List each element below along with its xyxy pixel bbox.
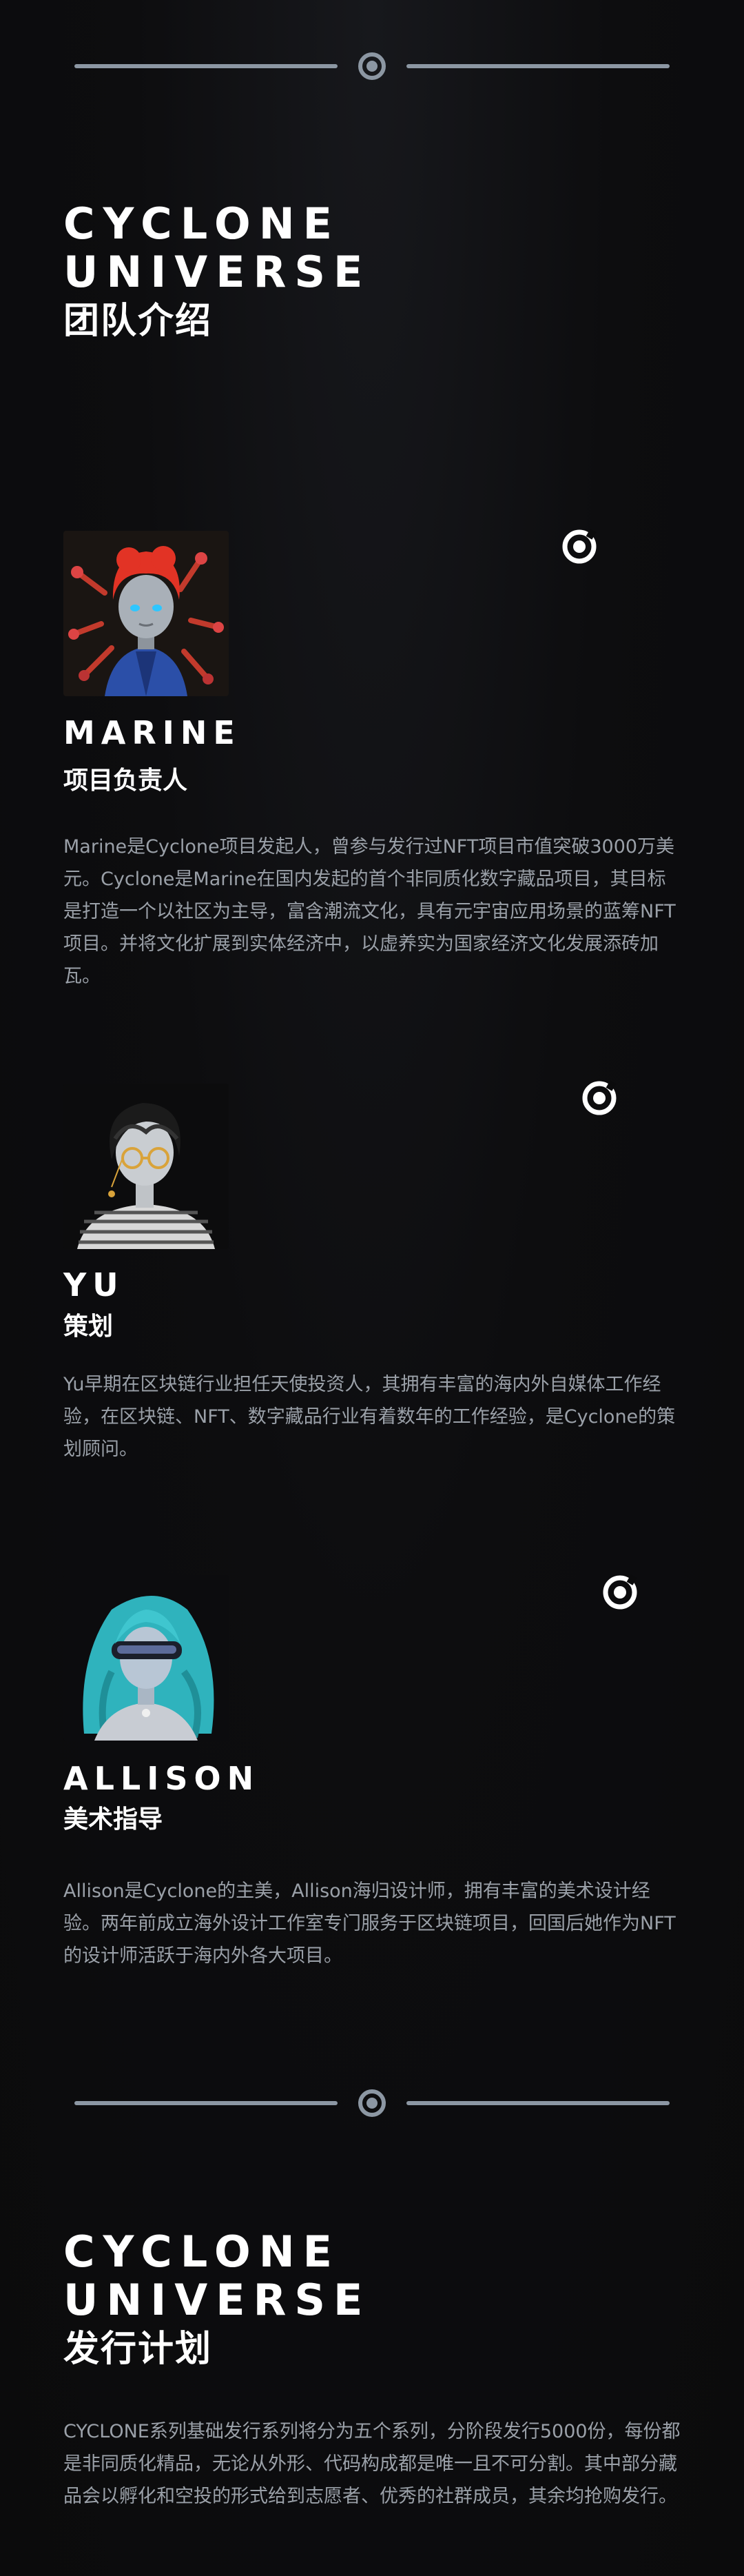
avatar-marine — [63, 531, 229, 696]
brand-title-line1: CYCLONE — [63, 199, 340, 249]
member-bio: Marine是Cyclone项目发起人，曾参与发行过NFT项目市值突破3000万… — [63, 836, 676, 987]
divider-ring-icon — [358, 52, 386, 80]
divider-line-left — [74, 2101, 338, 2105]
member-name: YU — [63, 1266, 125, 1304]
brand-title-line2: UNIVERSE — [63, 2275, 371, 2325]
team-header: CYCLONE UNIVERSE 团队介绍 — [63, 200, 371, 343]
divider-line-right — [406, 2101, 670, 2105]
divider-line-right — [406, 64, 670, 68]
cyclone-ring-icon — [562, 529, 597, 564]
divider-line-left — [74, 64, 338, 68]
brand-title-line2: UNIVERSE — [63, 247, 371, 297]
section-subtitle: 发行计划 — [63, 2329, 213, 2370]
section-divider — [74, 2089, 670, 2117]
section-divider — [74, 52, 670, 80]
section-subtitle: 团队介绍 — [63, 301, 213, 342]
avatar-yu — [63, 1084, 229, 1249]
brand-title-line1: CYCLONE — [63, 2227, 340, 2277]
cyclone-ring-icon — [582, 1080, 617, 1115]
member-role: 项目负责人 — [63, 767, 188, 795]
member-name: ALLISON — [63, 1760, 260, 1797]
member-bio: Yu早期在区块链行业担任天使投资人，其拥有丰富的海内外自媒体工作经验，在区块链、… — [63, 1374, 676, 1460]
avatar-allison — [63, 1575, 229, 1741]
member-name: MARINE — [63, 714, 241, 751]
member-role: 策划 — [63, 1312, 114, 1341]
member-bio: Allison是Cyclone的主美，Allison海归设计师，拥有丰富的美术设… — [63, 1880, 676, 1967]
divider-ring-icon — [358, 2089, 386, 2117]
cyclone-ring-icon — [603, 1574, 637, 1610]
release-header: CYCLONE UNIVERSE 发行计划 — [63, 2228, 371, 2371]
member-role: 美术指导 — [63, 1805, 163, 1834]
release-plan-text: CYCLONE系列基础发行系列将分为五个系列，分阶段发行5000份，每份都是非同… — [63, 2421, 681, 2507]
